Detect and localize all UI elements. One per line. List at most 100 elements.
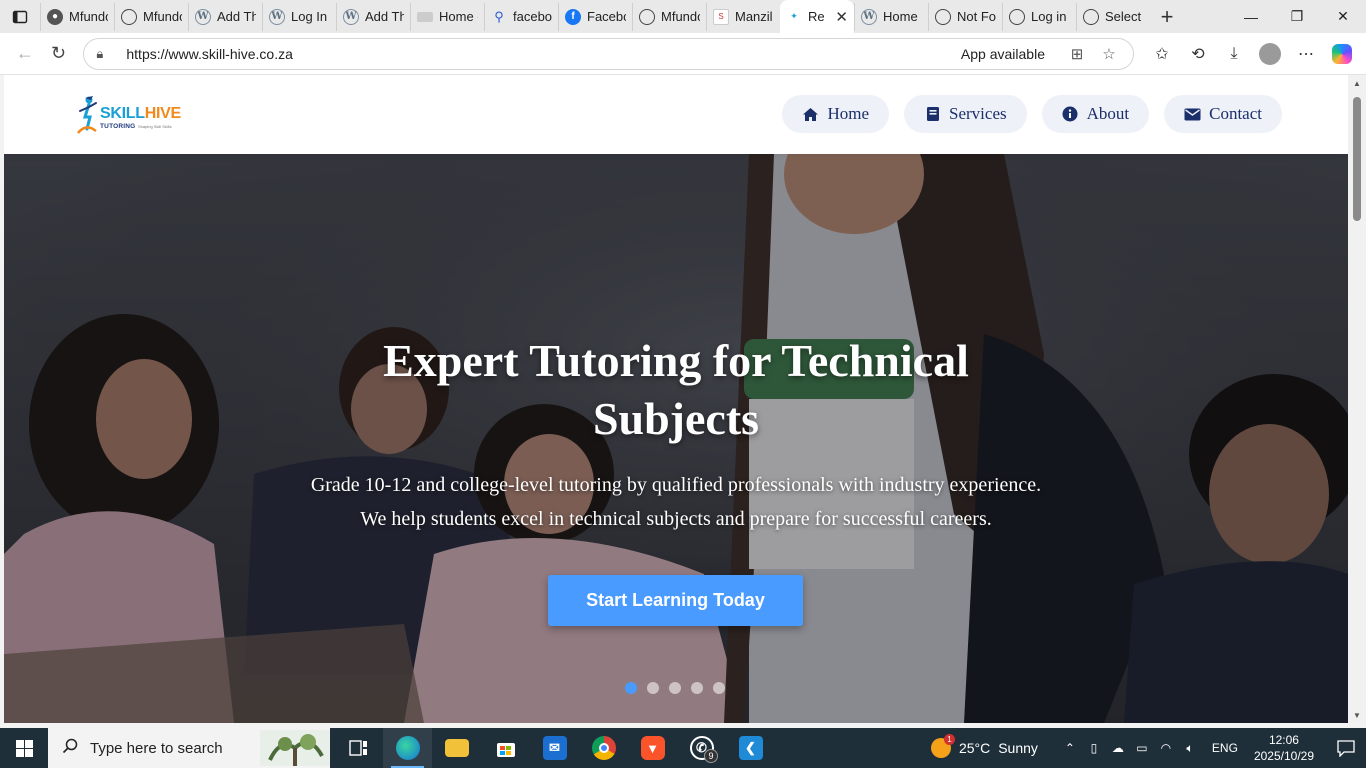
slider-dot[interactable] (713, 682, 725, 694)
chrome-icon (591, 736, 616, 760)
back-button[interactable]: ← (8, 37, 42, 71)
start-learning-button[interactable]: Start Learning Today (548, 575, 803, 626)
new-tab-button[interactable]: + (1150, 0, 1184, 33)
nav-home[interactable]: Home (782, 95, 890, 133)
tab-actions-button[interactable] (0, 0, 40, 33)
whatsapp-badge: 9 (704, 749, 718, 763)
wifi-icon[interactable]: ◠ (1154, 741, 1178, 755)
device-icon[interactable]: ▯ (1082, 741, 1106, 755)
browser-tab[interactable]: Select c (1076, 2, 1150, 31)
address-bar[interactable]: 🔒︎ https://www.skill-hive.co.za App avai… (83, 37, 1134, 70)
facebook-icon: f (565, 8, 581, 25)
download-icon: ⤓ (1230, 44, 1238, 62)
outlook-button[interactable]: ✉ (530, 728, 579, 768)
tab-title: Add Th (217, 9, 256, 24)
scrollbar-thumb[interactable] (1353, 97, 1361, 221)
battery-icon[interactable]: ▭ (1130, 741, 1154, 755)
start-button[interactable] (0, 728, 48, 768)
logo-skill-text: SKILL (100, 105, 145, 122)
mail-icon: ✉ (542, 736, 567, 760)
plus-icon: + (1160, 3, 1174, 29)
tab-list: ● Mfundo Mfundo W Add Th W Log In W Add Th H… (40, 0, 1150, 33)
microsoft-store-button[interactable] (481, 728, 530, 768)
favorites-button[interactable]: ✩ (1146, 38, 1178, 70)
brave-button[interactable]: ▼ (628, 728, 677, 768)
browser-tab[interactable]: Log in (1002, 2, 1076, 31)
hero-slider: Expert Tutoring for Technical Subjects G… (4, 154, 1348, 723)
browser-tab[interactable]: ● Mfundo (40, 2, 114, 31)
globe-icon (935, 8, 951, 25)
site-info-icon[interactable]: 🔒︎ (96, 46, 114, 62)
cloud-icon[interactable]: ☁ (1106, 741, 1130, 755)
browser-tab[interactable]: ⚲ facebo (484, 2, 558, 31)
browser-tab[interactable]: Not Fo (928, 2, 1002, 31)
clock[interactable]: 12:06 2025/10/29 (1254, 732, 1314, 764)
site-header: SKILLHIVE TUTORING Shaping Skill Skills … (4, 75, 1348, 154)
app-install-icon[interactable]: ⊞ (1065, 45, 1089, 63)
taskbar-apps: ✉ ▼ ✆ 9 ❮ (334, 728, 775, 768)
vscode-icon: ❮ (738, 736, 763, 760)
history-button[interactable]: ⟲ (1182, 38, 1214, 70)
scroll-up-arrow-icon[interactable]: ▲ (1348, 75, 1366, 91)
browser-tab[interactable]: W Log In (262, 2, 336, 31)
browser-tab[interactable]: W Add Th (336, 2, 410, 31)
slider-dot[interactable] (691, 682, 703, 694)
minimize-button[interactable]: — (1228, 0, 1274, 33)
chevron-up-icon[interactable]: ⌃ (1058, 741, 1082, 755)
toolbar-icons: ✩ ⟲ ⤓ ⋯ (1146, 38, 1358, 70)
slider-dot[interactable] (647, 682, 659, 694)
vscode-button[interactable]: ❮ (726, 728, 775, 768)
store-icon (494, 736, 518, 760)
browser-tab[interactable]: S Manzil (706, 2, 780, 31)
browser-tab[interactable]: Mfundo (632, 2, 706, 31)
favorites-list-icon: ✩ (1155, 45, 1169, 63)
more-menu-button[interactable]: ⋯ (1290, 38, 1322, 70)
browser-tab[interactable]: W Home (854, 2, 928, 31)
browser-tab-active[interactable]: ✦ Re ✕ (780, 0, 854, 33)
downloads-button[interactable]: ⤓ (1218, 38, 1250, 70)
tab-title: Mfundo (661, 9, 700, 24)
whatsapp-button[interactable]: ✆ 9 (677, 728, 726, 768)
weather-widget[interactable]: 1 25°C Sunny (930, 734, 1038, 758)
weather-badge: 1 (943, 734, 955, 745)
slider-dot[interactable] (669, 682, 681, 694)
task-view-icon (347, 736, 371, 760)
url-text[interactable]: https://www.skill-hive.co.za (126, 46, 961, 62)
chrome-button[interactable] (579, 728, 628, 768)
site-logo[interactable]: SKILLHIVE TUTORING Shaping Skill Skills (76, 93, 186, 137)
browser-tab[interactable]: Mfundo (114, 2, 188, 31)
restore-icon: ❐ (1290, 8, 1304, 24)
profile-button[interactable] (1254, 38, 1286, 70)
search-highlight-art-icon (260, 730, 330, 766)
globe-icon (639, 8, 655, 25)
nav-contact[interactable]: Contact (1164, 95, 1282, 133)
task-view-button[interactable] (334, 728, 383, 768)
edge-taskbar-button[interactable] (383, 728, 432, 768)
close-window-button[interactable]: ✕ (1320, 0, 1366, 33)
tab-title: Mfundo (143, 9, 182, 24)
browser-tab[interactable]: f Facebo (558, 2, 632, 31)
scroll-down-arrow-icon[interactable]: ▼ (1348, 707, 1366, 723)
file-explorer-button[interactable] (432, 728, 481, 768)
restore-button[interactable]: ❐ (1274, 0, 1320, 33)
notifications-button[interactable] (1326, 739, 1366, 757)
edge-icon (395, 736, 420, 760)
app-available-label[interactable]: App available (961, 46, 1045, 62)
refresh-button[interactable]: ↻ (42, 37, 76, 71)
slider-dot[interactable] (625, 682, 637, 694)
taskbar-search[interactable]: Type here to search (48, 728, 330, 768)
wordpress-icon: W (269, 8, 285, 25)
nav-services[interactable]: Services (904, 95, 1027, 133)
language-indicator[interactable]: ENG (1212, 741, 1238, 755)
tab-title: Manzil (735, 9, 773, 24)
browser-tab[interactable]: W Add Th (188, 2, 262, 31)
copilot-button[interactable] (1326, 38, 1358, 70)
page-scrollbar[interactable]: ▲ ▼ (1348, 75, 1366, 723)
globe-icon (1083, 8, 1099, 25)
nav-about[interactable]: About (1041, 95, 1150, 133)
close-tab-icon[interactable]: ✕ (835, 8, 848, 26)
tab-title: Home - (439, 9, 478, 24)
favorite-star-icon[interactable]: ☆ (1097, 45, 1121, 63)
volume-icon[interactable]: 🔈︎ (1178, 741, 1202, 756)
browser-tab[interactable]: Home - (410, 2, 484, 31)
